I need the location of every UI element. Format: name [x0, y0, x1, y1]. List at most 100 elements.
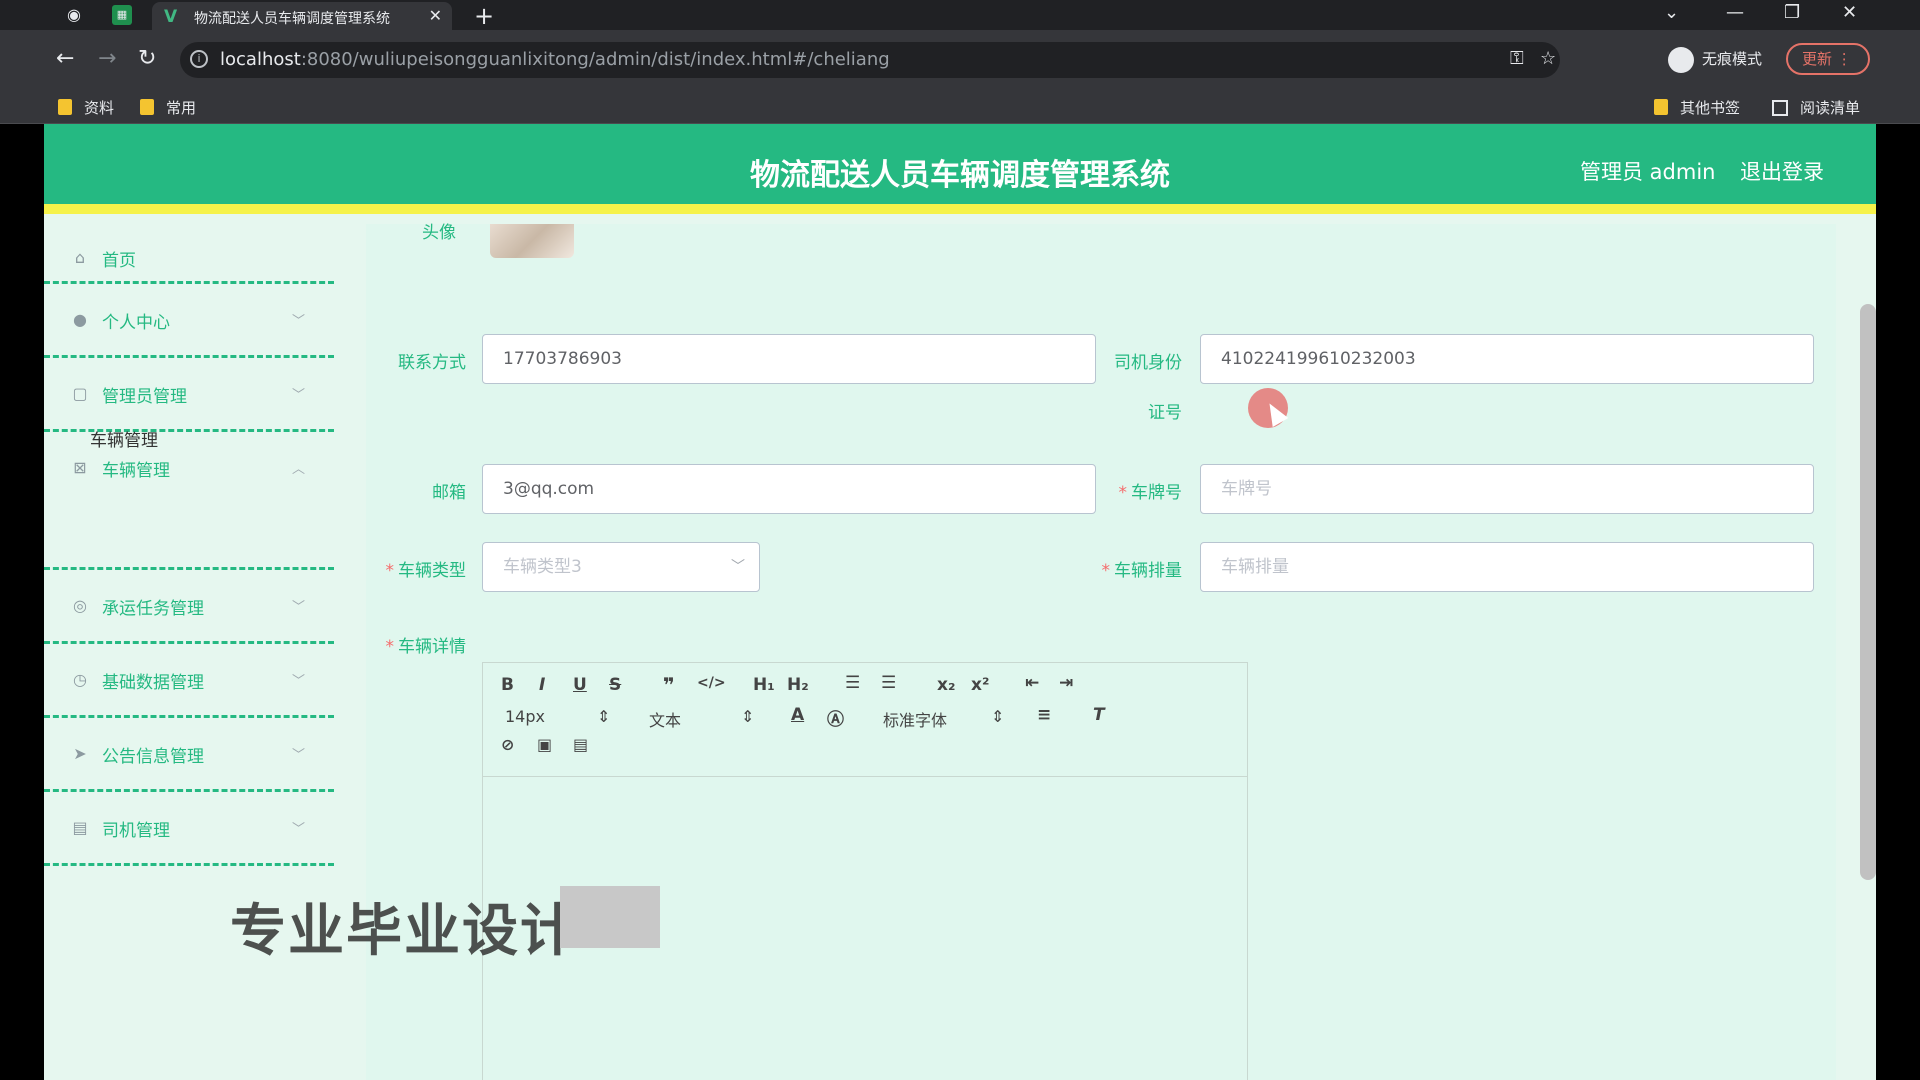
- admin-icon: ▢: [72, 384, 88, 403]
- bullet-list-icon[interactable]: ☰: [881, 673, 896, 693]
- folder-icon: [140, 99, 154, 115]
- font-family-select[interactable]: 标准字体: [883, 707, 947, 731]
- notice-icon: ➤: [73, 744, 87, 763]
- task-icon: ◎: [73, 596, 87, 615]
- displacement-field[interactable]: 车辆排量: [1200, 542, 1814, 592]
- reload-icon[interactable]: ↻: [138, 46, 156, 71]
- watermark-text: 专业毕业设计: [230, 899, 578, 964]
- indent-icon[interactable]: ⇥: [1059, 673, 1073, 693]
- minimize-icon[interactable]: —: [1726, 2, 1744, 23]
- folder-icon: [1654, 99, 1668, 115]
- video-icon[interactable]: ▤: [573, 735, 588, 754]
- h1-icon[interactable]: H₁: [753, 675, 775, 695]
- bold-icon[interactable]: B: [501, 675, 514, 695]
- contact-field[interactable]: 17703786903: [482, 334, 1096, 384]
- tab-title: 物流配送人员车辆调度管理系统: [194, 11, 390, 27]
- active-tab[interactable]: V 物流配送人员车辆调度管理系统 ✕: [152, 2, 452, 30]
- new-tab-icon[interactable]: +: [474, 2, 494, 30]
- idcard-label-line2: 证号: [1148, 403, 1182, 423]
- star-icon[interactable]: ☆: [1540, 48, 1556, 69]
- restore-icon[interactable]: ❐: [1784, 2, 1800, 23]
- link-icon[interactable]: ⊘: [501, 735, 514, 754]
- ordered-list-icon[interactable]: ☰: [845, 673, 860, 693]
- email-label: 邮箱: [432, 483, 466, 503]
- sidebar-item-profile[interactable]: ● 个人中心 ﹀: [44, 284, 334, 358]
- sidebar-item-tasks[interactable]: ◎ 承运任务管理 ﹀: [44, 570, 334, 644]
- sidebar-item-vehicle[interactable]: ⊠ 车辆管理 ︿: [44, 432, 334, 570]
- watermark-blur: [560, 886, 660, 948]
- plate-field[interactable]: 车牌号: [1200, 464, 1814, 514]
- quote-icon[interactable]: ❞: [663, 673, 675, 697]
- font-size-select[interactable]: 14px: [505, 707, 545, 726]
- browser-toolbar: ← → ↻ i localhost:8080/wuliupeisongguanl…: [0, 30, 1920, 90]
- sidebar-item-admin[interactable]: ▢ 管理员管理 ﹀: [44, 358, 334, 432]
- bookmark-folder[interactable]: 常用: [140, 97, 196, 118]
- reading-list-icon: [1772, 100, 1788, 116]
- back-icon[interactable]: ←: [56, 46, 74, 71]
- clear-format-icon[interactable]: T: [1093, 705, 1105, 725]
- other-bookmarks[interactable]: 其他书签: [1654, 97, 1740, 118]
- avatar: [490, 224, 574, 258]
- chevron-up-icon: ︿: [292, 462, 306, 477]
- updown-icon: ⇕: [741, 707, 755, 726]
- data-icon: ◷: [73, 670, 87, 689]
- sidebar-item-basedata[interactable]: ◷ 基础数据管理 ﹀: [44, 644, 334, 718]
- incognito-icon: [1668, 46, 1694, 73]
- site-info-icon[interactable]: i: [190, 50, 208, 68]
- globe-icon[interactable]: ◉: [64, 5, 84, 25]
- chevron-down-icon: ﹀: [292, 388, 306, 403]
- outdent-icon[interactable]: ⇤: [1025, 673, 1039, 693]
- home-icon: ⌂: [74, 248, 86, 267]
- sidebar-item-drivers[interactable]: ▤ 司机管理 ﹀: [44, 792, 334, 866]
- updown-icon: ⇕: [991, 707, 1005, 726]
- chevron-down-icon: ﹀: [731, 559, 745, 575]
- background-color-icon[interactable]: Ⓐ: [827, 705, 844, 730]
- chevron-down-icon: ﹀: [292, 600, 306, 615]
- editor-toolbar: B I U S ❞ </> H₁ H₂ ☰ ☰ x₂ x² ⇤ ⇥ 14px ⇕…: [483, 663, 1247, 777]
- font-color-icon[interactable]: A: [791, 705, 804, 725]
- image-icon[interactable]: ▣: [537, 735, 552, 754]
- email-field[interactable]: 3@qq.com: [482, 464, 1096, 514]
- h2-icon[interactable]: H₂: [787, 675, 809, 695]
- logout-link[interactable]: 退出登录: [1740, 156, 1824, 186]
- superscript-icon[interactable]: x²: [971, 675, 989, 695]
- close-tab-icon[interactable]: ✕: [429, 6, 442, 25]
- subscript-icon[interactable]: x₂: [937, 675, 955, 695]
- paragraph-select[interactable]: 文本: [649, 707, 681, 731]
- idcard-field[interactable]: 410224199610232003: [1200, 334, 1814, 384]
- address-bar[interactable]: i localhost:8080/wuliupeisongguanlixiton…: [180, 42, 1560, 78]
- updown-icon: ⇕: [597, 707, 611, 726]
- sidebar-subitem-vehicle[interactable]: 车辆管理: [90, 426, 158, 451]
- user-icon: ●: [73, 310, 87, 329]
- vehicle-icon: ⊠: [73, 458, 87, 477]
- bookmark-folder[interactable]: 资料: [58, 97, 114, 118]
- sidebar-item-notices[interactable]: ➤ 公告信息管理 ﹀: [44, 718, 334, 792]
- forward-icon[interactable]: →: [98, 46, 116, 71]
- vue-icon: V: [164, 7, 178, 27]
- close-window-icon[interactable]: ✕: [1842, 2, 1857, 23]
- scrollbar[interactable]: [1860, 304, 1876, 880]
- chevron-down-icon: ﹀: [292, 748, 306, 763]
- strike-icon[interactable]: S: [609, 675, 621, 695]
- vehicle-type-select[interactable]: 车辆类型3 ﹀: [482, 542, 760, 592]
- rich-text-editor[interactable]: B I U S ❞ </> H₁ H₂ ☰ ☰ x₂ x² ⇤ ⇥ 14px ⇕…: [482, 662, 1248, 1080]
- chevron-down-icon: ﹀: [292, 822, 306, 837]
- key-icon[interactable]: ⚿: [1510, 48, 1524, 69]
- update-button[interactable]: 更新 ⋮: [1786, 43, 1870, 75]
- reading-list[interactable]: 阅读清单: [1772, 97, 1860, 118]
- url-text: localhost:8080/wuliupeisongguanlixitong/…: [220, 49, 890, 70]
- idcard-label: 司机身份: [1114, 353, 1182, 373]
- sheet-tab-icon[interactable]: ▦: [112, 5, 132, 25]
- align-icon[interactable]: ≡: [1037, 705, 1051, 725]
- italic-icon[interactable]: I: [539, 675, 545, 695]
- sidebar-item-home[interactable]: ⌂ 首页: [44, 224, 334, 284]
- detail-label: * 车辆详情: [385, 637, 467, 657]
- contact-label: 联系方式: [398, 353, 466, 373]
- chevron-down-icon: ﹀: [292, 314, 306, 329]
- tab-search-icon[interactable]: ⌄: [1664, 2, 1679, 23]
- underline-icon[interactable]: U: [573, 675, 587, 695]
- incognito-profile[interactable]: 无痕模式: [1668, 41, 1762, 77]
- code-icon[interactable]: </>: [697, 675, 726, 691]
- photo-label: 头像: [422, 223, 456, 243]
- app-header: 物流配送人员车辆调度管理系统 管理员 admin 退出登录: [44, 124, 1876, 214]
